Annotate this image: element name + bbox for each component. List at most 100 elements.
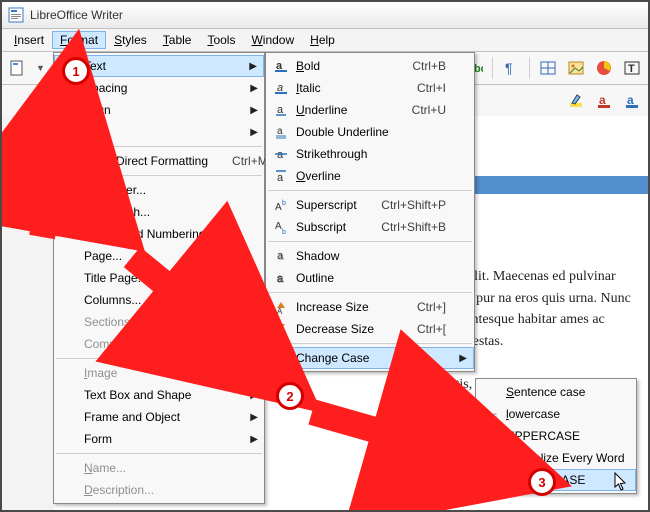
menu-shortcut: Ctrl+Shift+B (357, 220, 446, 234)
menu-format[interactable]: Format (52, 31, 106, 49)
format-menu-item-lists[interactable]: Lists▶ (54, 121, 264, 143)
format-menu-item-form[interactable]: Form ▶ (54, 428, 264, 450)
blank-icon (60, 386, 78, 404)
format-menu-item-comments: Comments... (54, 333, 264, 355)
menu-item-label: lowercase (506, 407, 560, 421)
menu-item-label: Clear Direct Formatting (84, 154, 208, 168)
blank-icon (60, 408, 78, 426)
app-icon (8, 7, 24, 23)
text-menu-item-underline[interactable]: aUnderlineCtrl+U (266, 99, 474, 121)
format-menu-item-bullets-and-numbering[interactable]: Bullets and Numbering... (54, 223, 264, 245)
menu-window[interactable]: Window (243, 31, 302, 49)
sidebar-properties-icon[interactable] (2, 116, 54, 144)
submenu-arrow-icon: ▶ (249, 61, 257, 72)
submenu-arrow-icon: ▶ (250, 434, 258, 445)
menu-table[interactable]: Table (155, 31, 200, 49)
menubar: InsertFormatStylesTableToolsWindowHelp (2, 29, 648, 52)
text-menu-item-bold[interactable]: aBoldCtrl+B (266, 55, 474, 77)
menu-item-label: Form (84, 432, 112, 446)
blank-icon (483, 471, 501, 489)
format-menu-item-page[interactable]: Page... (54, 245, 264, 267)
menu-item-label: Title Page... (84, 271, 148, 285)
dblunder-icon: a (272, 123, 290, 141)
svg-text:b: b (282, 229, 286, 235)
menu-shortcut: Ctrl+M (208, 154, 268, 168)
menu-item-label: Paragraph... (84, 205, 150, 219)
outline-icon: a (272, 269, 290, 287)
submenu-arrow-icon: ▶ (250, 127, 258, 138)
format-menu-item-sections: Sections... (54, 311, 264, 333)
submenu-arrow-icon: ▶ (250, 368, 258, 379)
text-menu-item-outline[interactable]: aOutline (266, 267, 474, 289)
font-color-icon[interactable]: a (594, 91, 614, 111)
svg-text:A: A (275, 221, 282, 232)
menu-styles[interactable]: Styles (106, 31, 155, 49)
blank-icon (60, 203, 78, 221)
text-menu-item-strikethrough[interactable]: aStrikethrough (266, 143, 474, 165)
format-menu-item-character[interactable]: Character... (54, 179, 264, 201)
paragraph-marks-icon[interactable]: ¶ (501, 58, 521, 78)
menu-item-label: Strikethrough (296, 147, 367, 161)
text-menu-item-overline[interactable]: aOverline (266, 165, 474, 187)
blank-icon (273, 349, 291, 367)
insert-textbox-icon[interactable]: T (622, 58, 642, 78)
case-menu-item-lowercase[interactable]: abclowercase (476, 403, 636, 425)
svg-text:a: a (627, 93, 634, 107)
menu-item-label: Decrease Size (296, 322, 374, 336)
text-menu-item-increase-size[interactable]: AIncrease SizeCtrl+] (266, 296, 474, 318)
text-menu-item-decrease-size[interactable]: ADecrease SizeCtrl+[ (266, 318, 474, 340)
svg-text:a: a (277, 250, 284, 262)
menu-tools[interactable]: Tools (199, 31, 243, 49)
dec-icon: A (272, 320, 290, 338)
title-bar: LibreOffice Writer (2, 2, 648, 29)
menu-item-label: Underline (296, 103, 347, 117)
blank-icon (60, 101, 78, 119)
window-title: LibreOffice Writer (30, 8, 123, 22)
format-menu-item-clear-direct-formatting[interactable]: Clear Direct FormattingCtrl+M (54, 150, 264, 172)
format-menu-item-paragraph[interactable]: Paragraph... (54, 201, 264, 223)
menu-item-label: Italic (296, 81, 321, 95)
insert-image-icon[interactable] (566, 58, 586, 78)
text-menu-item-change-case[interactable]: Change Case▶ (266, 347, 474, 369)
new-doc-icon[interactable] (8, 58, 28, 78)
case-menu-item-capitalize-every-word[interactable]: Capitalize Every Word (476, 447, 636, 469)
overline-icon: a (272, 167, 290, 185)
case-menu-item-uppercase[interactable]: ABCUPPERCASE (476, 425, 636, 447)
text-menu-item-shadow[interactable]: aaShadow (266, 245, 474, 267)
submenu-arrow-icon: ▶ (459, 353, 467, 364)
menu-item-label: Comments... (84, 337, 152, 351)
annotation-badge-2: 2 (276, 382, 304, 410)
italic-icon: a (272, 79, 290, 97)
case-menu-item-toggle-case[interactable]: tOGGLE cASE (476, 469, 636, 491)
text-menu-item-double-underline[interactable]: a Double Underline (266, 121, 474, 143)
blank-icon (60, 152, 78, 170)
menu-item-label: Frame and Object (84, 410, 180, 424)
text-menu-item-superscript[interactable]: AbSuperscriptCtrl+Shift+P (266, 194, 474, 216)
format-menu-item-image: Image ▶ (54, 362, 264, 384)
blank-icon (60, 225, 78, 243)
char-bg-icon[interactable]: a (622, 91, 642, 111)
menu-help[interactable]: Help (302, 31, 343, 49)
menu-item-label: Image (84, 366, 117, 380)
menu-item-label: Double Underline (296, 125, 389, 139)
blank-icon (60, 481, 78, 499)
submenu-arrow-icon: ▶ (250, 412, 258, 423)
highlight-icon[interactable] (566, 91, 586, 111)
sup-icon: Ab (272, 196, 290, 214)
svg-text:a: a (599, 93, 606, 107)
format-menu-item-title-page[interactable]: Title Page... (54, 267, 264, 289)
svg-text:a: a (277, 172, 284, 184)
menu-insert[interactable]: Insert (6, 31, 52, 49)
text-menu-item-italic[interactable]: aItalicCtrl+I (266, 77, 474, 99)
case-menu-item-sentence-case[interactable]: Sentence case (476, 381, 636, 403)
format-menu-item-align[interactable]: Align▶ (54, 99, 264, 121)
insert-chart-icon[interactable] (594, 58, 614, 78)
annotation-badge-3: 3 (528, 468, 556, 496)
text-menu-item-subscript[interactable]: AbSubscriptCtrl+Shift+B (266, 216, 474, 238)
format-menu-item-columns[interactable]: Columns... (54, 289, 264, 311)
format-menu-item-text-box-and-shape[interactable]: Text Box and Shape▶ (54, 384, 264, 406)
insert-table-icon[interactable] (538, 58, 558, 78)
dropdown-icon[interactable]: ▼ (36, 63, 45, 73)
menu-item-label: Name... (84, 461, 126, 475)
format-menu-item-frame-and-object[interactable]: Frame and Object ▶ (54, 406, 264, 428)
